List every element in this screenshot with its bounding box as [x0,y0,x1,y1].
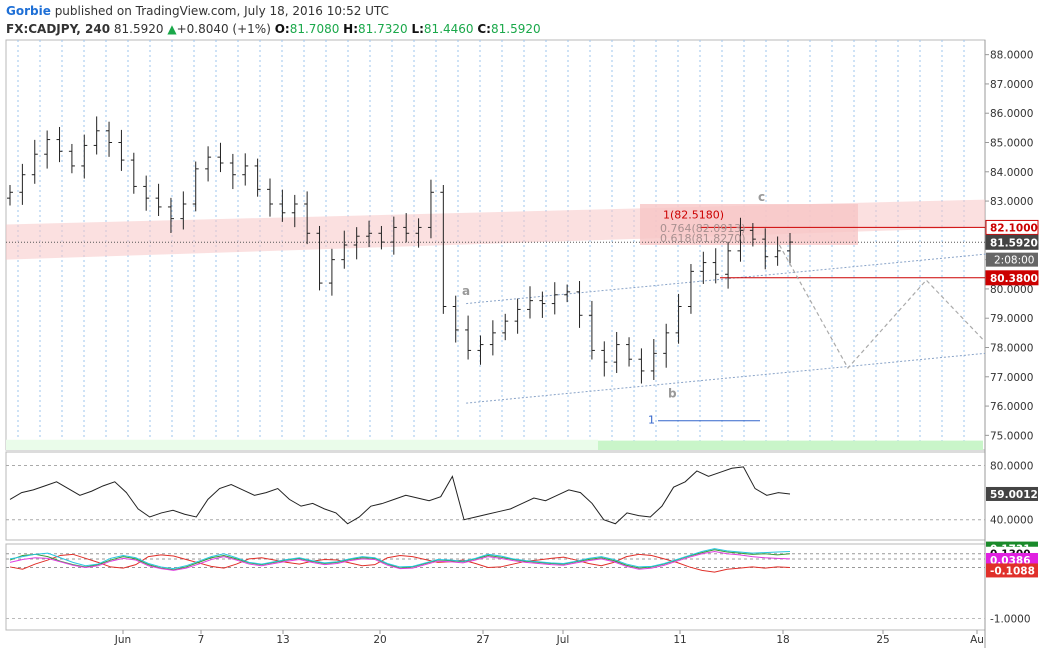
support-zone [598,440,983,450]
osc-tag-red: -0.1088 [990,565,1035,577]
x-tick-label: 7 [198,634,205,646]
price-tick-label: 86.0000 [990,108,1033,120]
osc-tick-min: -1.0000 [990,614,1031,626]
rsi-tick-label: 80.0000 [990,461,1033,473]
price-tick-label: 79.0000 [990,313,1033,325]
rsi-tick-label: 40.0000 [990,515,1033,527]
rsi-line [9,466,791,525]
x-tick-label: Jun [114,634,131,646]
price-tick-label: 84.0000 [990,167,1033,179]
rsi-current-label: 59.0012 [990,489,1038,501]
wave-label-b: b [668,386,677,400]
rising-channel-lower [466,352,986,404]
countdown-label: 2:08:00 [994,255,1034,267]
x-tick-label: 27 [476,634,489,646]
x-tick-label: 25 [876,634,889,646]
price-tick-label: 83.0000 [990,196,1033,208]
price-tick-label: 76.0000 [990,401,1033,413]
price-tag-current: 81.5920 [990,237,1038,249]
price-tick-label: 75.0000 [990,430,1033,442]
price-tick-label: 80.0000 [990,284,1033,296]
price-tag-82-10: 82.1000 [990,222,1038,234]
price-tick-label: 85.0000 [990,138,1033,150]
x-tick-label: Jul [556,634,570,646]
price-tag-80-38: 80.3800 [990,273,1038,285]
price-tick-label: 88.0000 [990,50,1033,62]
wave-label-c: c [758,190,765,204]
price-tick-label: 87.0000 [990,79,1033,91]
price-tick-label: 78.0000 [990,343,1033,355]
price-tick-label: 77.0000 [990,372,1033,384]
x-tick-label: 11 [673,634,686,646]
x-tick-label: 18 [776,634,789,646]
fib-label-100: 1(82.5180) [663,209,724,222]
support-zone-faint [6,439,598,450]
x-tick-label: 20 [373,634,386,646]
fib-label-618: 0.618(81.8270) [660,232,746,245]
x-tick-label: 13 [276,634,289,646]
chart-canvas[interactable]: abc1(82.5180)0.764(82.0913)0.618(81.8270… [0,0,1042,654]
wave-label-a: a [462,284,470,298]
fib-label-1: 1 [648,414,655,427]
x-tick-label: Au [970,634,984,646]
